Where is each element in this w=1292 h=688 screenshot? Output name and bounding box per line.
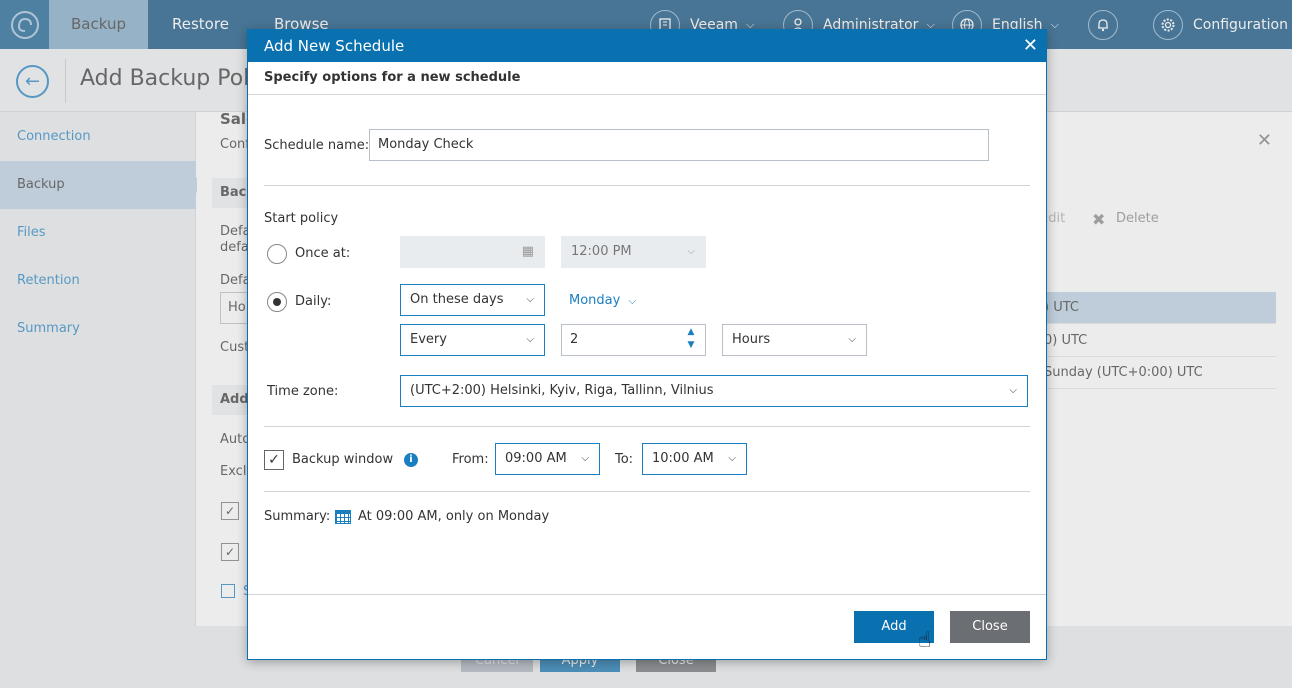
chevron-down-icon: ⌵ (1009, 385, 1017, 396)
schedule-name-label: Schedule name: (264, 138, 370, 153)
once-at-date-picker[interactable]: ▦ (400, 236, 545, 268)
every-value: Every (410, 332, 447, 347)
chevron-down-icon: ⌵ (581, 453, 589, 464)
to-label: To: (615, 452, 634, 467)
every-number-value: 2 (570, 332, 579, 347)
chevron-down-icon: ⌵ (628, 296, 637, 307)
summary-value: At 09:00 AM, only on Monday (358, 509, 550, 524)
calendar-icon: ▦ (521, 244, 534, 259)
hand-cursor-icon: ☝ (918, 628, 932, 653)
backup-window-checkbox[interactable]: ✓ (264, 450, 284, 470)
once-at-radio[interactable] (267, 244, 287, 264)
chevron-down-icon: ⌵ (526, 294, 534, 305)
dialog-titlebar: Add New Schedule ✕ (248, 30, 1046, 62)
stepper-arrows-icon[interactable]: ▲ ▼ (685, 326, 697, 352)
every-number-stepper[interactable]: 2 ▲ ▼ (561, 324, 706, 356)
every-select[interactable]: Every ⌵ (400, 324, 545, 356)
daily-mode-select[interactable]: On these days ⌵ (400, 284, 545, 316)
once-at-time-select[interactable]: 12:00 PM ⌵ (561, 236, 706, 268)
once-at-time-value: 12:00 PM (571, 244, 632, 259)
footer-divider (248, 594, 1046, 595)
from-time-select[interactable]: 09:00 AM ⌵ (495, 443, 600, 475)
chevron-down-icon: ⌵ (687, 246, 695, 257)
divider (264, 185, 1030, 186)
calendar-icon (335, 510, 351, 524)
time-zone-label: Time zone: (267, 384, 339, 399)
once-at-label: Once at: (295, 246, 351, 261)
every-unit-select[interactable]: Hours ⌵ (722, 324, 867, 356)
close-icon[interactable]: ✕ (1023, 30, 1038, 62)
chevron-down-icon: ⌵ (526, 334, 534, 345)
start-policy-label: Start policy (264, 211, 339, 226)
divider (264, 491, 1030, 492)
days-dropdown[interactable]: Monday ⌵ (569, 293, 636, 308)
daily-mode-value: On these days (410, 292, 504, 307)
dialog-title: Add New Schedule (264, 37, 405, 55)
time-zone-value: (UTC+2:00) Helsinki, Kyiv, Riga, Tallinn… (410, 383, 714, 398)
summary-label: Summary: (264, 509, 331, 524)
to-time-value: 10:00 AM (652, 451, 714, 466)
from-time-value: 09:00 AM (505, 451, 567, 466)
days-value: Monday (569, 293, 621, 308)
info-icon[interactable]: i (404, 453, 418, 467)
to-time-select[interactable]: 10:00 AM ⌵ (642, 443, 747, 475)
divider (264, 426, 1030, 427)
daily-label: Daily: (295, 294, 332, 309)
time-zone-select[interactable]: (UTC+2:00) Helsinki, Kyiv, Riga, Tallinn… (400, 375, 1028, 407)
schedule-name-input[interactable]: Monday Check (369, 129, 989, 161)
daily-radio[interactable] (267, 292, 287, 312)
close-button[interactable]: Close (950, 611, 1030, 643)
every-unit-value: Hours (732, 332, 771, 347)
backup-window-label: Backup window (292, 452, 394, 467)
add-new-schedule-dialog: Add New Schedule ✕ Specify options for a… (247, 29, 1047, 660)
from-label: From: (452, 452, 489, 467)
chevron-down-icon: ⌵ (728, 453, 736, 464)
chevron-down-icon: ⌵ (848, 334, 856, 345)
dialog-subtitle: Specify options for a new schedule (248, 62, 1046, 95)
